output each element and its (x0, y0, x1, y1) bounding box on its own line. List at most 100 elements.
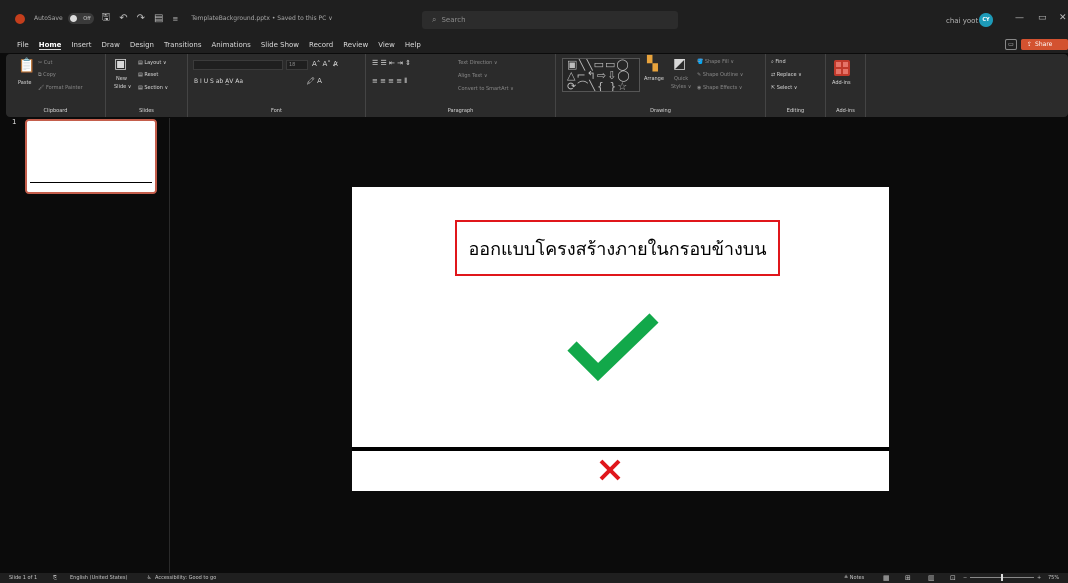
search-placeholder: Search (441, 16, 466, 24)
close-icon[interactable]: ✕ (1059, 13, 1067, 23)
language-icon[interactable]: ⎘ (53, 575, 57, 581)
slide-divider-line[interactable] (352, 447, 889, 451)
find-button[interactable]: ⌕ Find (771, 59, 786, 65)
shape-effects-label: Shape Effects ∨ (702, 85, 743, 91)
list-buttons-icon[interactable]: ☰ ☰ ⇤ ⇥ ⇕ (372, 59, 411, 67)
font-size-controls-icon[interactable]: A˄ A˅ A̷ (312, 60, 338, 68)
reset-label: Reset (144, 72, 159, 78)
comments-icon[interactable]: ▭ (1005, 39, 1017, 50)
replace-button[interactable]: ⇄ Replace ∨ (771, 72, 802, 78)
title-bar: AutoSave Off 🖫 ↶ ↷ ▤ ≡ TemplateBackgroun… (0, 0, 1068, 37)
share-button[interactable]: ⇪ Share (1021, 39, 1068, 50)
align-text-button[interactable]: Align Text ∨ (458, 73, 488, 79)
quick-styles-label-2[interactable]: Styles ∨ (671, 84, 691, 90)
addins-group: Add-ins Add-ins (826, 54, 866, 117)
tab-design[interactable]: Design (130, 41, 154, 49)
slide-text-box[interactable]: ออกแบบโครงสร้างภายในกรอบข้างบน (455, 220, 780, 276)
autosave-state: Off (83, 15, 91, 22)
check-icon[interactable] (566, 312, 662, 382)
replace-icon: ⇄ (771, 72, 776, 78)
tab-file[interactable]: File (17, 41, 29, 49)
cut-button[interactable]: ✂ Cut (38, 60, 52, 66)
user-name[interactable]: chai yoot (946, 17, 978, 25)
addins-button[interactable]: Add-ins (832, 80, 851, 86)
section-label: Section ∨ (144, 85, 169, 91)
reset-button[interactable]: ▤ Reset (138, 72, 158, 78)
slide-thumbnail[interactable] (25, 119, 157, 194)
tab-review[interactable]: Review (343, 41, 368, 49)
x-icon[interactable] (598, 458, 622, 482)
new-slide-label[interactable]: New (116, 76, 127, 82)
clipboard-group: 📋 Paste ✂ Cut ⧉ Copy 🖌 Format Painter Cl… (6, 54, 106, 117)
paste-icon[interactable]: 📋 (18, 58, 35, 74)
tab-insert[interactable]: Insert (71, 41, 91, 49)
editing-group: ⌕ Find ⇄ Replace ∨ ⇱ Select ∨ Editing (766, 54, 826, 117)
normal-view-icon[interactable]: ▦ (883, 574, 890, 582)
quick-access-more-icon[interactable]: ≡ (172, 15, 178, 23)
font-color-icon[interactable]: 🖍 A (306, 77, 322, 85)
tab-view[interactable]: View (378, 41, 395, 49)
quick-styles-label[interactable]: Quick (674, 76, 688, 82)
accessibility-status[interactable]: Accessibility: Good to go (155, 575, 216, 581)
copy-button[interactable]: ⧉ Copy (38, 72, 56, 78)
slide-sorter-icon[interactable]: ⊞ (905, 574, 911, 582)
align-buttons-icon[interactable]: ≡ ≡ ≡ ≡ ⫴ (372, 77, 407, 86)
font-name-field[interactable] (193, 60, 283, 70)
tab-draw[interactable]: Draw (102, 41, 120, 49)
language-status[interactable]: English (United States) (70, 575, 127, 581)
zoom-level[interactable]: 75% (1048, 575, 1059, 581)
shapes-gallery[interactable]: ▣╲╲▭▭◯ △⌐↰⇨⇩◯ ⟳⌒╲{ }☆ (562, 58, 640, 92)
arrange-icon[interactable]: ▚ (647, 56, 658, 72)
reading-view-icon[interactable]: ▥ (928, 574, 935, 582)
save-icon[interactable]: 🖫 (102, 10, 111, 27)
shape-effects-button[interactable]: ◉ Shape Effects ∨ (697, 85, 742, 91)
restore-icon[interactable]: ▭ (1038, 13, 1047, 23)
slide-info: Slide 1 of 1 (9, 575, 38, 581)
font-size-field[interactable]: 18 (286, 60, 308, 70)
font-format-buttons-icon[interactable]: B I U S ab A̲V Aa (194, 78, 243, 85)
new-slide-icon[interactable]: ▣ (114, 56, 127, 72)
tab-slide-show[interactable]: Slide Show (261, 41, 299, 49)
avatar[interactable]: CY (979, 13, 993, 27)
quick-styles-icon[interactable]: ◩ (673, 56, 686, 72)
layout-label: Layout ∨ (144, 60, 167, 66)
search-box[interactable]: ⌕ Search (422, 11, 678, 29)
zoom-out-icon[interactable]: − (963, 575, 967, 581)
slideshow-icon[interactable]: ▤ (154, 13, 163, 24)
copy-label: Copy (43, 72, 56, 78)
autosave-toggle[interactable]: Off (67, 13, 94, 24)
tab-record[interactable]: Record (309, 41, 333, 49)
slide-canvas[interactable]: ออกแบบโครงสร้างภายในกรอบข้างบน (352, 187, 889, 491)
addins-icon[interactable] (834, 60, 850, 76)
notes-button[interactable]: ≜ Notes (844, 575, 864, 581)
slideshow-view-icon[interactable]: ⊡ (950, 574, 956, 582)
undo-icon[interactable]: ↶ (119, 13, 127, 24)
format-painter-button[interactable]: 🖌 Format Painter (38, 85, 83, 91)
select-button[interactable]: ⇱ Select ∨ (771, 85, 797, 91)
select-icon: ⇱ (771, 85, 776, 91)
addins-group-label: Add-ins (836, 108, 855, 114)
tab-transitions[interactable]: Transitions (164, 41, 202, 49)
new-slide-label-2[interactable]: Slide ∨ (114, 84, 131, 90)
arrange-button[interactable]: Arrange (644, 76, 664, 82)
section-button[interactable]: ▤ Section ∨ (138, 85, 168, 91)
convert-smartart-button[interactable]: Convert to SmartArt ∨ (458, 86, 514, 92)
zoom-slider-thumb[interactable] (1001, 574, 1003, 581)
zoom-in-icon[interactable]: + (1037, 575, 1041, 581)
layout-button[interactable]: ▤ Layout ∨ (138, 60, 167, 66)
tab-help[interactable]: Help (405, 41, 421, 49)
redo-icon[interactable]: ↷ (137, 13, 145, 24)
tab-home[interactable]: Home (38, 41, 62, 50)
paste-button[interactable]: Paste (18, 80, 32, 86)
accessibility-icon[interactable]: ♿ (147, 575, 151, 581)
tab-animations[interactable]: Animations (211, 41, 250, 49)
thumbnail-divider (30, 182, 152, 183)
minimize-icon[interactable]: — (1015, 13, 1024, 23)
shape-fill-button[interactable]: 🪣 Shape Fill ∨ (697, 59, 734, 65)
text-direction-button[interactable]: Text Direction ∨ (458, 60, 498, 66)
find-label: Find (775, 59, 786, 65)
shape-outline-button[interactable]: ✎ Shape Outline ∨ (697, 72, 743, 78)
document-title[interactable]: TemplateBackground.pptx • Saved to this … (191, 15, 332, 22)
shape-outline-label: Shape Outline ∨ (702, 72, 744, 78)
autosave-label: AutoSave (34, 15, 63, 22)
